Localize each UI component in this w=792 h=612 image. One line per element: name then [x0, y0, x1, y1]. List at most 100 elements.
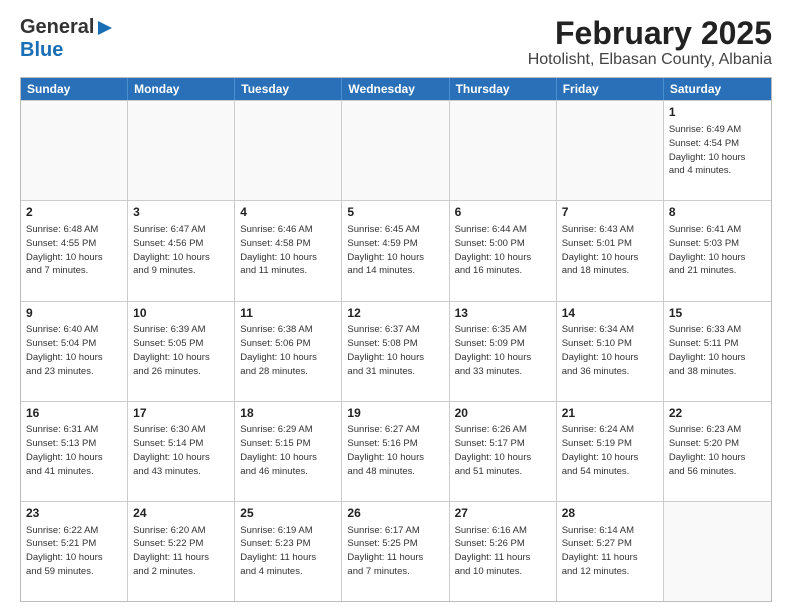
day-number: 17 [133, 405, 229, 422]
day-info: Sunrise: 6:43 AM Sunset: 5:01 PM Dayligh… [562, 223, 658, 278]
header-wednesday: Wednesday [342, 78, 449, 100]
day-info: Sunrise: 6:39 AM Sunset: 5:05 PM Dayligh… [133, 323, 229, 378]
calendar-cell: 4 Sunrise: 6:46 AM Sunset: 4:58 PM Daylig… [235, 201, 342, 300]
day-info: Sunrise: 6:27 AM Sunset: 5:16 PM Dayligh… [347, 423, 443, 478]
calendar-cell [235, 101, 342, 200]
day-info: Sunrise: 6:37 AM Sunset: 5:08 PM Dayligh… [347, 323, 443, 378]
day-info: Sunrise: 6:31 AM Sunset: 5:13 PM Dayligh… [26, 423, 122, 478]
day-info: Sunrise: 6:19 AM Sunset: 5:23 PM Dayligh… [240, 524, 336, 579]
calendar-cell: 18Sunrise: 6:29 AM Sunset: 5:15 PM Dayli… [235, 402, 342, 501]
day-number: 23 [26, 505, 122, 522]
logo: General Blue [20, 16, 116, 62]
calendar-cell: 28 Sunrise: 6:14 AM Sunset: 5:27 PM Dayli… [557, 502, 664, 601]
calendar-row-3: 16Sunrise: 6:31 AM Sunset: 5:13 PM Dayli… [21, 401, 771, 501]
calendar-row-0: 1 Sunrise: 6:49 AM Sunset: 4:54 PM Daylig… [21, 100, 771, 200]
day-info: Sunrise: 6:26 AM Sunset: 5:17 PM Dayligh… [455, 423, 551, 478]
calendar-cell: 22Sunrise: 6:23 AM Sunset: 5:20 PM Dayli… [664, 402, 771, 501]
header-monday: Monday [128, 78, 235, 100]
day-info: Sunrise: 6:46 AM Sunset: 4:58 PM Dayligh… [240, 223, 336, 278]
calendar: Sunday Monday Tuesday Wednesday Thursday… [20, 77, 772, 602]
day-info: Sunrise: 6:14 AM Sunset: 5:27 PM Dayligh… [562, 524, 658, 579]
day-number: 15 [669, 305, 766, 322]
day-number: 4 [240, 204, 336, 221]
day-info: Sunrise: 6:30 AM Sunset: 5:14 PM Dayligh… [133, 423, 229, 478]
calendar-cell: 7 Sunrise: 6:43 AM Sunset: 5:01 PM Daylig… [557, 201, 664, 300]
day-number: 24 [133, 505, 229, 522]
day-number: 6 [455, 204, 551, 221]
calendar-title: February 2025 [528, 16, 772, 51]
day-info: Sunrise: 6:24 AM Sunset: 5:19 PM Dayligh… [562, 423, 658, 478]
page: General Blue February 2025 Hotolisht, El… [0, 0, 792, 612]
logo-blue-text: Blue [20, 39, 63, 62]
day-number: 12 [347, 305, 443, 322]
calendar-cell: 10Sunrise: 6:39 AM Sunset: 5:05 PM Dayli… [128, 302, 235, 401]
day-number: 18 [240, 405, 336, 422]
day-number: 9 [26, 305, 122, 322]
calendar-subtitle: Hotolisht, Elbasan County, Albania [528, 51, 772, 69]
day-number: 1 [669, 104, 766, 121]
day-number: 13 [455, 305, 551, 322]
calendar-cell: 26Sunrise: 6:17 AM Sunset: 5:25 PM Dayli… [342, 502, 449, 601]
calendar-cell: 5 Sunrise: 6:45 AM Sunset: 4:59 PM Daylig… [342, 201, 449, 300]
calendar-cell [128, 101, 235, 200]
calendar-cell: 15Sunrise: 6:33 AM Sunset: 5:11 PM Dayli… [664, 302, 771, 401]
calendar-cell [557, 101, 664, 200]
day-number: 25 [240, 505, 336, 522]
day-info: Sunrise: 6:45 AM Sunset: 4:59 PM Dayligh… [347, 223, 443, 278]
calendar-cell: 3Sunrise: 6:47 AM Sunset: 4:56 PM Daylig… [128, 201, 235, 300]
calendar-cell: 11Sunrise: 6:38 AM Sunset: 5:06 PM Dayli… [235, 302, 342, 401]
day-number: 20 [455, 405, 551, 422]
day-info: Sunrise: 6:40 AM Sunset: 5:04 PM Dayligh… [26, 323, 122, 378]
day-info: Sunrise: 6:17 AM Sunset: 5:25 PM Dayligh… [347, 524, 443, 579]
day-number: 5 [347, 204, 443, 221]
day-info: Sunrise: 6:22 AM Sunset: 5:21 PM Dayligh… [26, 524, 122, 579]
header: General Blue February 2025 Hotolisht, El… [20, 16, 772, 69]
day-info: Sunrise: 6:35 AM Sunset: 5:09 PM Dayligh… [455, 323, 551, 378]
header-sunday: Sunday [21, 78, 128, 100]
calendar-cell: 21Sunrise: 6:24 AM Sunset: 5:19 PM Dayli… [557, 402, 664, 501]
header-saturday: Saturday [664, 78, 771, 100]
calendar-cell: 13Sunrise: 6:35 AM Sunset: 5:09 PM Dayli… [450, 302, 557, 401]
day-number: 11 [240, 305, 336, 322]
calendar-cell: 6 Sunrise: 6:44 AM Sunset: 5:00 PM Daylig… [450, 201, 557, 300]
day-info: Sunrise: 6:41 AM Sunset: 5:03 PM Dayligh… [669, 223, 766, 278]
day-info: Sunrise: 6:20 AM Sunset: 5:22 PM Dayligh… [133, 524, 229, 579]
day-info: Sunrise: 6:34 AM Sunset: 5:10 PM Dayligh… [562, 323, 658, 378]
calendar-cell: 20Sunrise: 6:26 AM Sunset: 5:17 PM Dayli… [450, 402, 557, 501]
calendar-cell [450, 101, 557, 200]
calendar-cell: 19Sunrise: 6:27 AM Sunset: 5:16 PM Dayli… [342, 402, 449, 501]
calendar-cell [342, 101, 449, 200]
calendar-body: 1 Sunrise: 6:49 AM Sunset: 4:54 PM Daylig… [21, 100, 771, 601]
day-number: 28 [562, 505, 658, 522]
header-thursday: Thursday [450, 78, 557, 100]
day-number: 2 [26, 204, 122, 221]
calendar-cell: 1 Sunrise: 6:49 AM Sunset: 4:54 PM Daylig… [664, 101, 771, 200]
header-friday: Friday [557, 78, 664, 100]
title-block: February 2025 Hotolisht, Elbasan County,… [528, 16, 772, 69]
logo-general-text: General [20, 16, 94, 39]
logo-arrow-icon [94, 17, 116, 39]
calendar-cell: 16Sunrise: 6:31 AM Sunset: 5:13 PM Dayli… [21, 402, 128, 501]
day-info: Sunrise: 6:23 AM Sunset: 5:20 PM Dayligh… [669, 423, 766, 478]
calendar-cell: 2 Sunrise: 6:48 AM Sunset: 4:55 PM Daylig… [21, 201, 128, 300]
calendar-row-4: 23 Sunrise: 6:22 AM Sunset: 5:21 PM Dayli… [21, 501, 771, 601]
calendar-cell: 8Sunrise: 6:41 AM Sunset: 5:03 PM Daylig… [664, 201, 771, 300]
day-info: Sunrise: 6:44 AM Sunset: 5:00 PM Dayligh… [455, 223, 551, 278]
calendar-cell: 17Sunrise: 6:30 AM Sunset: 5:14 PM Dayli… [128, 402, 235, 501]
calendar-cell [664, 502, 771, 601]
day-number: 21 [562, 405, 658, 422]
calendar-row-1: 2 Sunrise: 6:48 AM Sunset: 4:55 PM Daylig… [21, 200, 771, 300]
day-number: 7 [562, 204, 658, 221]
day-info: Sunrise: 6:49 AM Sunset: 4:54 PM Dayligh… [669, 123, 766, 178]
calendar-cell: 12Sunrise: 6:37 AM Sunset: 5:08 PM Dayli… [342, 302, 449, 401]
day-number: 19 [347, 405, 443, 422]
calendar-row-2: 9Sunrise: 6:40 AM Sunset: 5:04 PM Daylig… [21, 301, 771, 401]
calendar-cell: 23 Sunrise: 6:22 AM Sunset: 5:21 PM Dayli… [21, 502, 128, 601]
header-tuesday: Tuesday [235, 78, 342, 100]
day-info: Sunrise: 6:47 AM Sunset: 4:56 PM Dayligh… [133, 223, 229, 278]
calendar-cell: 24 Sunrise: 6:20 AM Sunset: 5:22 PM Dayli… [128, 502, 235, 601]
day-info: Sunrise: 6:48 AM Sunset: 4:55 PM Dayligh… [26, 223, 122, 278]
day-number: 14 [562, 305, 658, 322]
day-info: Sunrise: 6:29 AM Sunset: 5:15 PM Dayligh… [240, 423, 336, 478]
day-number: 27 [455, 505, 551, 522]
